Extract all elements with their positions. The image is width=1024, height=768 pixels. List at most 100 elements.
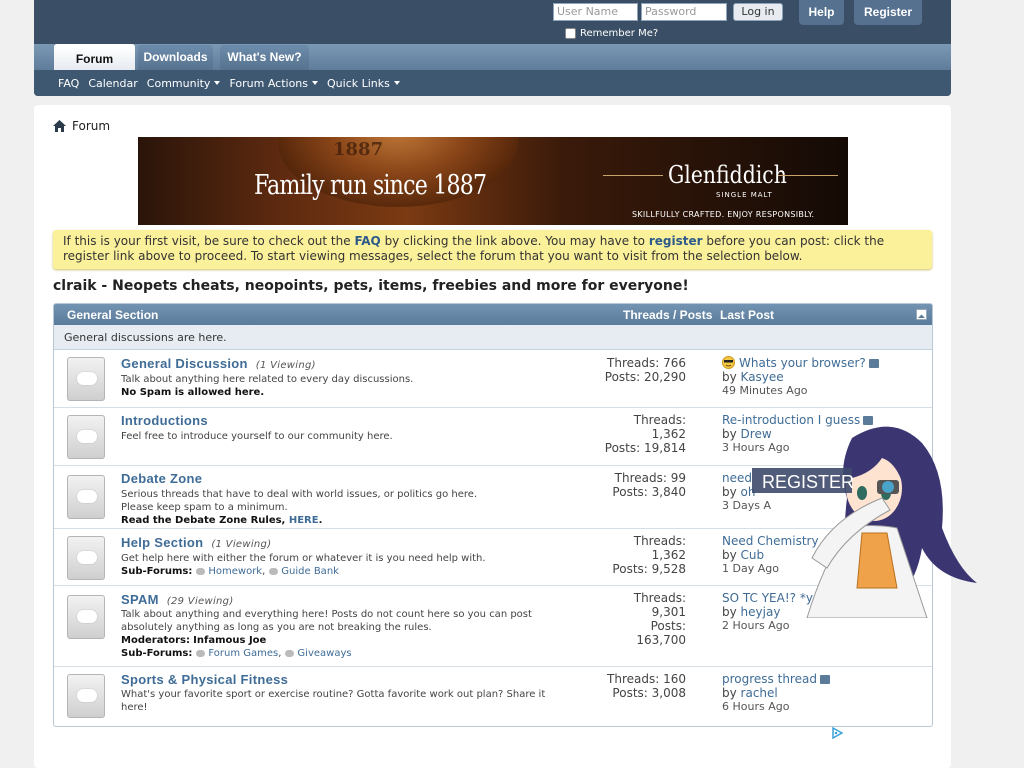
threads-count: Threads: 160 bbox=[607, 672, 686, 686]
username-input[interactable]: User Name bbox=[553, 3, 638, 21]
forum-name[interactable]: Help Section bbox=[121, 535, 203, 550]
banner-brand: Glenfiddich bbox=[668, 161, 787, 189]
posts-count: Posts: 3,008 bbox=[612, 686, 686, 700]
help-button[interactable]: Help bbox=[799, 0, 844, 25]
threads-label: Threads: bbox=[633, 413, 686, 427]
forum-stats: Threads: 1,362 Posts: 19,814 bbox=[605, 413, 686, 455]
home-icon[interactable] bbox=[53, 120, 66, 132]
threads-label: Threads: bbox=[633, 534, 686, 548]
posts-count: Posts: 20,290 bbox=[604, 370, 686, 384]
caret-down-icon bbox=[393, 81, 400, 85]
forum-stats: Threads: 99 Posts: 3,840 bbox=[612, 471, 686, 499]
advertisement-banner[interactable]: 1887 Family run since 1887 Glenfiddich S… bbox=[138, 137, 848, 225]
subnav-quick-links[interactable]: Quick Links bbox=[327, 77, 400, 90]
subforum-icon bbox=[196, 649, 206, 657]
subforum-link[interactable]: Giveaways bbox=[297, 648, 351, 659]
last-post-title[interactable]: need bbox=[722, 471, 752, 485]
subnav-community[interactable]: Community bbox=[147, 77, 221, 90]
posts-label: Posts: bbox=[650, 619, 686, 633]
forum-desc-text: Feel free to introduce yourself to our c… bbox=[121, 431, 393, 442]
login-button[interactable]: Log in bbox=[733, 3, 783, 21]
password-input[interactable]: Password bbox=[641, 3, 727, 21]
by-label: by bbox=[722, 548, 741, 562]
caret-down-icon bbox=[214, 81, 221, 85]
by-label: by bbox=[722, 370, 741, 384]
remember-checkbox[interactable] bbox=[565, 28, 576, 39]
forum-title: clraik - Neopets cheats, neopoints, pets… bbox=[53, 278, 689, 294]
forum-description: Talk about anything and everything here!… bbox=[121, 608, 561, 660]
anime-girl-image: REGISTER OR DIE bbox=[752, 426, 977, 619]
tab-whats-new[interactable]: What's New? bbox=[220, 45, 309, 70]
threads-count: 9,301 bbox=[651, 605, 686, 619]
notice-text: If this is your first visit, be sure to … bbox=[63, 234, 355, 248]
overlay-line2: OR DIE bbox=[777, 500, 839, 520]
overlay-line1: REGISTER bbox=[762, 472, 854, 492]
go-to-post-icon[interactable] bbox=[819, 675, 830, 684]
forum-name[interactable]: SPAM bbox=[121, 592, 159, 607]
last-post-title[interactable]: progress thread bbox=[722, 672, 817, 686]
last-post-user[interactable]: Kasyee bbox=[741, 370, 784, 384]
first-visit-notice: If this is your first visit, be sure to … bbox=[53, 230, 932, 269]
subforum-icon bbox=[196, 567, 206, 575]
last-post-user[interactable]: rachel bbox=[741, 686, 778, 700]
go-to-post-icon[interactable] bbox=[868, 359, 879, 368]
viewing-count: (29 Viewing) bbox=[166, 596, 234, 607]
forum-desc-text: Serious threads that have to deal with w… bbox=[121, 489, 478, 500]
last-post-title[interactable]: Whats your browser? bbox=[739, 356, 866, 370]
threads-count: 1,362 bbox=[651, 548, 686, 562]
header-top: User Name Password Log in Remember Me? H… bbox=[34, 0, 951, 44]
subnav-community-label: Community bbox=[146, 76, 211, 90]
register-mascot-overlay[interactable]: REGISTER OR DIE bbox=[752, 418, 977, 619]
forum-link[interactable]: Debate Zone bbox=[121, 471, 202, 486]
forum-stats: Threads: 766 Posts: 20,290 bbox=[605, 356, 686, 384]
viewing-count: (1 Viewing) bbox=[255, 360, 316, 371]
forum-link[interactable]: Help Section (1 Viewing) bbox=[121, 535, 271, 550]
remember-me[interactable]: Remember Me? bbox=[565, 28, 658, 39]
banner-divider bbox=[603, 175, 663, 176]
subnav-faq-label: FAQ bbox=[58, 76, 80, 90]
moderator-name[interactable]: Infamous Joe bbox=[193, 635, 266, 646]
forum-read-icon bbox=[67, 674, 105, 718]
subforum-icon bbox=[285, 649, 295, 657]
forum-link[interactable]: General Discussion (1 Viewing) bbox=[121, 356, 316, 371]
forum-note: No Spam is allowed here. bbox=[121, 387, 265, 398]
forum-name[interactable]: General Discussion bbox=[121, 356, 248, 371]
posts-count: Posts: 3,840 bbox=[612, 485, 686, 499]
subforum-link[interactable]: Homework bbox=[208, 566, 262, 577]
register-button[interactable]: Register bbox=[854, 0, 922, 25]
cool-smiley-icon bbox=[722, 356, 735, 369]
forum-desc-text: Talk about anything and everything here!… bbox=[121, 609, 532, 633]
forum-stats: Threads: 1,362 Posts: 9,528 bbox=[612, 534, 686, 576]
forum-desc-text: Talk about anything here related to ever… bbox=[121, 374, 414, 385]
tab-downloads[interactable]: Downloads bbox=[138, 45, 213, 70]
forum-link[interactable]: Sports & Physical Fitness bbox=[121, 672, 288, 687]
section-name[interactable]: General Section bbox=[67, 308, 158, 322]
last-post-time: 2 Hours Ago bbox=[722, 619, 790, 632]
subforum-link[interactable]: Forum Games bbox=[208, 648, 278, 659]
forum-link[interactable]: Introductions bbox=[121, 413, 208, 428]
collapse-icon[interactable] bbox=[916, 309, 927, 320]
forum-description: Get help here with either the forum or w… bbox=[121, 552, 561, 578]
by-label: by bbox=[722, 686, 741, 700]
rules-link[interactable]: HERE bbox=[289, 515, 319, 526]
forum-link[interactable]: SPAM (29 Viewing) bbox=[121, 592, 234, 607]
threads-count: Threads: 99 bbox=[614, 471, 686, 485]
adchoices-icon[interactable] bbox=[831, 727, 843, 739]
notice-register-link[interactable]: register bbox=[649, 234, 703, 248]
forum-description: What's your favorite sport or exercise r… bbox=[121, 688, 561, 714]
tab-forum[interactable]: Forum bbox=[54, 44, 135, 70]
forum-read-icon bbox=[67, 415, 105, 459]
subnav-faq[interactable]: FAQ bbox=[58, 77, 79, 90]
forum-desc-text: Get help here with either the forum or w… bbox=[121, 553, 486, 564]
remember-label: Remember Me? bbox=[580, 28, 659, 39]
breadcrumb-forum[interactable]: Forum bbox=[72, 119, 110, 133]
forum-desc-text: Please keep spam to a minimum. bbox=[121, 502, 288, 513]
subforum-link[interactable]: Guide Bank bbox=[281, 566, 339, 577]
forum-description: Serious threads that have to deal with w… bbox=[121, 488, 561, 527]
subnav-forum-actions-label: Forum Actions bbox=[229, 76, 309, 90]
subnav-forum-actions[interactable]: Forum Actions bbox=[229, 76, 319, 90]
subnav-calendar[interactable]: Calendar bbox=[88, 77, 137, 90]
notice-faq-link[interactable]: FAQ bbox=[354, 234, 380, 248]
threads-count: 1,362 bbox=[651, 427, 686, 441]
forum-read-icon bbox=[67, 536, 105, 580]
